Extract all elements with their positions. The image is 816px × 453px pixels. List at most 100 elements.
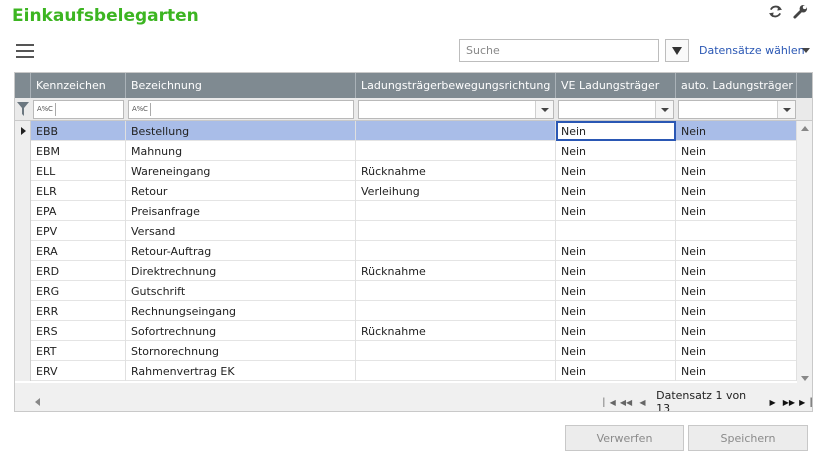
- cell-ve-ladungstraeger[interactable]: Nein: [556, 261, 676, 281]
- cell-auto-ladungstraeger[interactable]: Nein: [676, 181, 797, 201]
- cell-auto-ladungstraeger[interactable]: Nein: [676, 341, 797, 361]
- cell-ve-ladungstraeger[interactable]: Nein: [556, 341, 676, 361]
- row-indicator[interactable]: [15, 141, 31, 161]
- cell-bezeichnung[interactable]: Sofortrechnung: [126, 321, 356, 341]
- cell-ve-ladungstraeger[interactable]: [556, 221, 676, 241]
- cell-richtung[interactable]: Rücknahme: [356, 261, 556, 281]
- cell-ve-ladungstraeger[interactable]: Nein: [556, 201, 676, 221]
- cell-bezeichnung[interactable]: Rahmenvertrag EK: [126, 361, 356, 381]
- filter-operator-icon[interactable]: A%C: [37, 105, 53, 113]
- row-indicator[interactable]: [15, 321, 31, 341]
- cell-bezeichnung[interactable]: Versand: [126, 221, 356, 241]
- cell-ve-ladungstraeger[interactable]: Nein: [556, 281, 676, 301]
- cell-auto-ladungstraeger[interactable]: Nein: [676, 141, 797, 161]
- cell-bezeichnung[interactable]: Gutschrift: [126, 281, 356, 301]
- cell-kennzeichen[interactable]: ERA: [31, 241, 126, 261]
- cell-auto-ladungstraeger[interactable]: Nein: [676, 241, 797, 261]
- cell-auto-ladungstraeger[interactable]: [676, 221, 797, 241]
- cell-kennzeichen[interactable]: ELL: [31, 161, 126, 181]
- row-indicator[interactable]: [15, 361, 31, 381]
- cell-richtung[interactable]: [356, 361, 556, 381]
- dropdown-arrow-icon[interactable]: [535, 101, 553, 118]
- cell-richtung[interactable]: Rücknahme: [356, 161, 556, 181]
- save-button[interactable]: Speichern: [688, 425, 808, 451]
- row-indicator[interactable]: [15, 221, 31, 241]
- cell-auto-ladungstraeger[interactable]: Nein: [676, 261, 797, 281]
- cell-bezeichnung[interactable]: Retour: [126, 181, 356, 201]
- filter-richtung-dropdown[interactable]: [358, 100, 554, 119]
- row-indicator[interactable]: [15, 181, 31, 201]
- pager-next-page-icon[interactable]: ▶▶: [782, 395, 795, 409]
- pager-last-icon[interactable]: ▶▕: [799, 395, 812, 409]
- cell-auto-ladungstraeger[interactable]: Nein: [676, 161, 797, 181]
- pager-prev-icon[interactable]: ◀: [636, 395, 649, 409]
- cell-kennzeichen[interactable]: EBB: [31, 121, 126, 141]
- cell-kennzeichen[interactable]: ELR: [31, 181, 126, 201]
- cell-auto-ladungstraeger[interactable]: Nein: [676, 321, 797, 341]
- row-indicator[interactable]: [15, 201, 31, 221]
- row-indicator[interactable]: [15, 261, 31, 281]
- column-header-ve-ladungstraeger[interactable]: VE Ladungsträger: [556, 73, 676, 98]
- cell-richtung[interactable]: Verleihung: [356, 181, 556, 201]
- table-row[interactable]: EPA Preisanfrage Nein Nein: [15, 201, 797, 221]
- cell-kennzeichen[interactable]: ERR: [31, 301, 126, 321]
- horizontal-scrollbar[interactable]: ▏◀ ◀◀ ◀ Datensatz 1 von 13 ▶ ▶▶ ▶▕: [15, 389, 812, 411]
- table-row[interactable]: EPV Versand: [15, 221, 797, 241]
- row-indicator[interactable]: [15, 121, 31, 141]
- cell-ve-ladungstraeger[interactable]: Nein: [556, 141, 676, 161]
- dropdown-arrow-icon[interactable]: [777, 101, 795, 118]
- cell-ve-ladungstraeger[interactable]: Nein: [556, 121, 676, 141]
- cell-richtung[interactable]: [356, 341, 556, 361]
- filter-kennzeichen[interactable]: A%C: [33, 100, 124, 119]
- pager-next-icon[interactable]: ▶: [766, 395, 779, 409]
- search-filter-button[interactable]: [665, 39, 689, 62]
- cell-richtung[interactable]: [356, 301, 556, 321]
- cell-auto-ladungstraeger[interactable]: Nein: [676, 361, 797, 381]
- cell-ve-ladungstraeger[interactable]: Nein: [556, 321, 676, 341]
- row-indicator[interactable]: [15, 281, 31, 301]
- filter-bezeichnung[interactable]: A%C: [128, 100, 354, 119]
- row-indicator[interactable]: [15, 301, 31, 321]
- row-indicator[interactable]: [15, 341, 31, 361]
- table-row[interactable]: ERS Sofortrechnung Rücknahme Nein Nein: [15, 321, 797, 341]
- cell-auto-ladungstraeger[interactable]: Nein: [676, 121, 797, 141]
- table-row[interactable]: ELR Retour Verleihung Nein Nein: [15, 181, 797, 201]
- cell-richtung[interactable]: [356, 281, 556, 301]
- cell-bezeichnung[interactable]: Mahnung: [126, 141, 356, 161]
- cell-richtung[interactable]: [356, 121, 556, 141]
- cell-bezeichnung[interactable]: Bestellung: [126, 121, 356, 141]
- cell-kennzeichen[interactable]: EPV: [31, 221, 126, 241]
- cell-kennzeichen[interactable]: EPA: [31, 201, 126, 221]
- pager-first-icon[interactable]: ▏◀: [603, 395, 616, 409]
- column-header-auto-ladungstraeger[interactable]: auto. Ladungsträger: [676, 73, 797, 98]
- table-row[interactable]: ERR Rechnungseingang Nein Nein: [15, 301, 797, 321]
- cell-bezeichnung[interactable]: Stornorechnung: [126, 341, 356, 361]
- cell-bezeichnung[interactable]: Rechnungseingang: [126, 301, 356, 321]
- cell-kennzeichen[interactable]: ERG: [31, 281, 126, 301]
- search-input[interactable]: [459, 39, 659, 62]
- table-row[interactable]: EBB Bestellung Nein Nein: [15, 121, 797, 141]
- cell-auto-ladungstraeger[interactable]: Nein: [676, 281, 797, 301]
- select-records-link[interactable]: Datensätze wählen: [699, 44, 805, 57]
- cell-bezeichnung[interactable]: Preisanfrage: [126, 201, 356, 221]
- cell-ve-ladungstraeger[interactable]: Nein: [556, 161, 676, 181]
- cell-richtung[interactable]: [356, 201, 556, 221]
- cell-kennzeichen[interactable]: ERS: [31, 321, 126, 341]
- cell-auto-ladungstraeger[interactable]: Nein: [676, 301, 797, 321]
- filter-ve-dropdown[interactable]: [558, 100, 674, 119]
- dropdown-arrow-icon[interactable]: [655, 101, 673, 118]
- cell-ve-ladungstraeger[interactable]: Nein: [556, 361, 676, 381]
- cell-richtung[interactable]: [356, 241, 556, 261]
- discard-button[interactable]: Verwerfen: [565, 425, 684, 451]
- cell-ve-ladungstraeger[interactable]: Nein: [556, 241, 676, 261]
- cell-kennzeichen[interactable]: ERV: [31, 361, 126, 381]
- cell-bezeichnung[interactable]: Direktrechnung: [126, 261, 356, 281]
- cell-ve-ladungstraeger[interactable]: Nein: [556, 301, 676, 321]
- filter-auto-dropdown[interactable]: [678, 100, 796, 119]
- filter-operator-icon[interactable]: A%C: [132, 105, 148, 113]
- hamburger-menu-icon[interactable]: [16, 44, 34, 60]
- table-row[interactable]: ELL Wareneingang Rücknahme Nein Nein: [15, 161, 797, 181]
- table-row[interactable]: ERT Stornorechnung Nein Nein: [15, 341, 797, 361]
- cell-kennzeichen[interactable]: ERD: [31, 261, 126, 281]
- cell-kennzeichen[interactable]: ERT: [31, 341, 126, 361]
